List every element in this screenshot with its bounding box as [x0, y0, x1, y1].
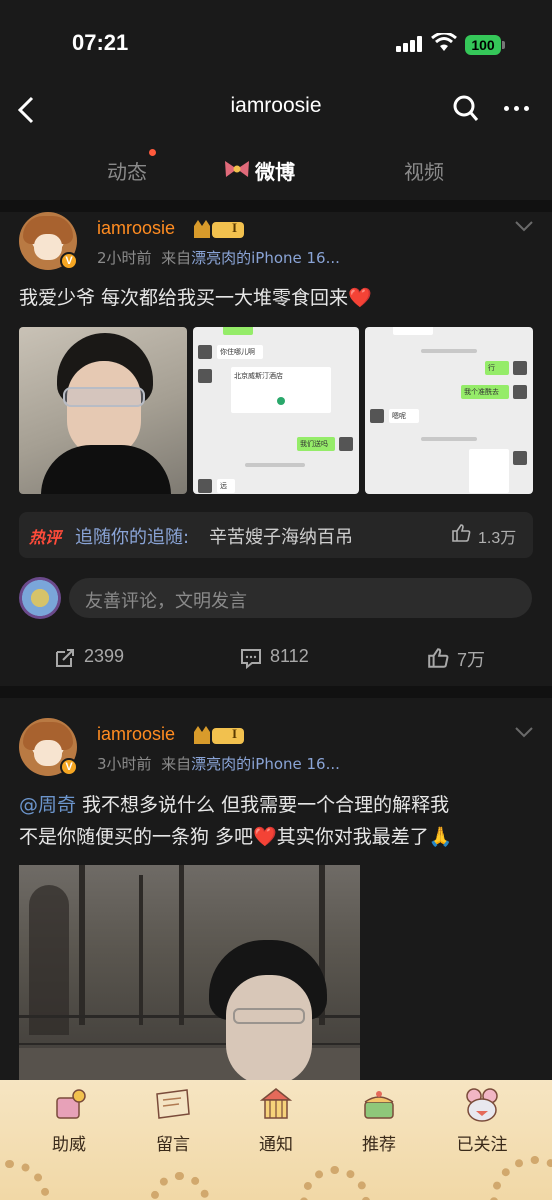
bottom-tab-following[interactable]: 已关注	[442, 1086, 522, 1156]
chat-text: 你住哪儿啊	[217, 345, 263, 359]
bottom-tab-label: 推荐	[362, 1135, 396, 1155]
chat-text: 行	[485, 361, 509, 375]
hot-comment-user[interactable]: 追随你的追随:	[75, 523, 189, 549]
search-icon[interactable]	[452, 94, 480, 124]
repost-icon	[56, 649, 74, 667]
hot-comment-tag: 热评	[29, 528, 62, 547]
comment-input[interactable]: 友善评论，文明发言	[69, 578, 532, 618]
post-image[interactable]	[19, 327, 187, 494]
post-meta: 2小时前 来自漂亮肉的iPhone 16...	[97, 247, 340, 268]
message-board-icon	[156, 1089, 190, 1119]
bottom-tab-notice[interactable]: 通知	[236, 1086, 316, 1156]
wifi-icon	[431, 33, 457, 51]
hot-comment-likes: 1.3万	[478, 530, 517, 547]
comment-icon	[241, 649, 261, 669]
hot-comment[interactable]: 热评 追随你的追随: 辛苦嫂子海纳百吊 1.3万	[19, 512, 533, 558]
battery-tip	[502, 41, 505, 49]
bottom-tab-label: 已关注	[456, 1135, 508, 1155]
verified-badge: V	[60, 252, 78, 270]
chat-text: 嗯呢	[389, 409, 419, 423]
bow-icon	[225, 161, 249, 177]
profile-tabs: 动态 微博 视频	[0, 140, 552, 200]
comment-placeholder: 友善评论，文明发言	[85, 591, 247, 612]
like-count: 7万	[457, 650, 486, 670]
level-crown-icon	[194, 220, 244, 238]
post-image[interactable]: 你住哪儿啊 北京威斯汀酒店 我们送吗 远	[193, 327, 359, 494]
unread-dot	[149, 149, 156, 156]
chevron-down-icon[interactable]	[514, 220, 534, 232]
tab-weibo[interactable]: 微博	[255, 156, 295, 185]
bottom-tab-cheer[interactable]: 助威	[29, 1086, 109, 1156]
post-text-line: 不是你随便买的一条狗 多吧	[19, 826, 254, 848]
post-source[interactable]: 漂亮肉的iPhone 16...	[191, 755, 340, 773]
followed-mouse-icon	[466, 1088, 498, 1122]
bottom-tab-label: 通知	[259, 1135, 293, 1155]
post-text: @周奇 我不想多说什么 但我需要一个合理的解释我 不是你随便买的一条狗 多吧❤️…	[19, 789, 533, 853]
bottom-tab-label: 助威	[52, 1135, 86, 1155]
status-time: 07:21	[72, 30, 129, 55]
chat-text: 远	[217, 479, 235, 493]
post-time: 3小时前	[97, 755, 152, 773]
source-prefix: 来自	[161, 755, 192, 773]
section-divider	[0, 200, 552, 212]
post-source[interactable]: 漂亮肉的iPhone 16...	[191, 249, 340, 267]
nav-bar: iamroosie	[0, 88, 552, 132]
pray-emoji: 🙏	[428, 826, 453, 848]
cellular-signal-icon	[396, 36, 422, 52]
status-bar: 07:21 100	[0, 0, 552, 88]
post-image[interactable]: 行 我个准酰去 嗯呢	[365, 327, 533, 494]
heart-emoji: ❤️	[253, 826, 277, 848]
source-prefix: 来自	[161, 249, 192, 267]
post-text: 我爱少爷 每次都给我买一大堆零食回来❤️	[19, 287, 372, 309]
cheer-icon	[56, 1089, 86, 1119]
chat-text: 我们送吗	[297, 437, 335, 451]
level-badge-text: I	[232, 220, 238, 235]
mention-link[interactable]: @周奇	[19, 794, 76, 816]
bottom-tab-label: 留言	[156, 1135, 190, 1155]
level-crown-icon	[194, 726, 244, 744]
chat-text: 北京威斯汀酒店	[231, 367, 331, 413]
more-dots-icon[interactable]	[504, 106, 530, 112]
post-text-line: 其实你对我最差了	[276, 826, 429, 848]
repost-count: 2399	[84, 646, 125, 666]
comment-count: 8112	[270, 646, 309, 666]
hot-comment-text: 辛苦嫂子海纳百吊	[209, 527, 353, 548]
chat-text: 我个准酰去	[461, 385, 509, 399]
battery-icon: 100	[465, 35, 501, 55]
thumbs-up-icon	[428, 648, 449, 668]
verified-badge: V	[60, 758, 78, 776]
level-badge-text: I	[232, 726, 238, 741]
bottom-tab-bar: 助威 留言 通知 推荐 已关注	[0, 1080, 552, 1200]
thumbs-up-icon[interactable]	[451, 523, 471, 543]
post-image[interactable]	[19, 865, 360, 1080]
cake-recommend-icon	[364, 1091, 394, 1119]
tab-video[interactable]: 视频	[404, 156, 444, 185]
my-avatar	[19, 577, 61, 619]
post-username[interactable]: iamroosie	[97, 724, 175, 745]
post-username[interactable]: iamroosie	[97, 218, 175, 239]
chevron-down-icon[interactable]	[514, 726, 534, 738]
bottom-tab-message[interactable]: 留言	[133, 1086, 213, 1156]
carousel-notice-icon	[259, 1088, 293, 1119]
tab-dynamic[interactable]: 动态	[107, 156, 147, 185]
post-time: 2小时前	[97, 249, 152, 267]
post-meta: 3小时前 来自漂亮肉的iPhone 16...	[97, 753, 340, 774]
bottom-tab-recommend[interactable]: 推荐	[339, 1086, 419, 1156]
section-divider	[0, 686, 552, 698]
post-text-line: 我不想多说什么 但我需要一个合理的解释我	[76, 794, 450, 816]
